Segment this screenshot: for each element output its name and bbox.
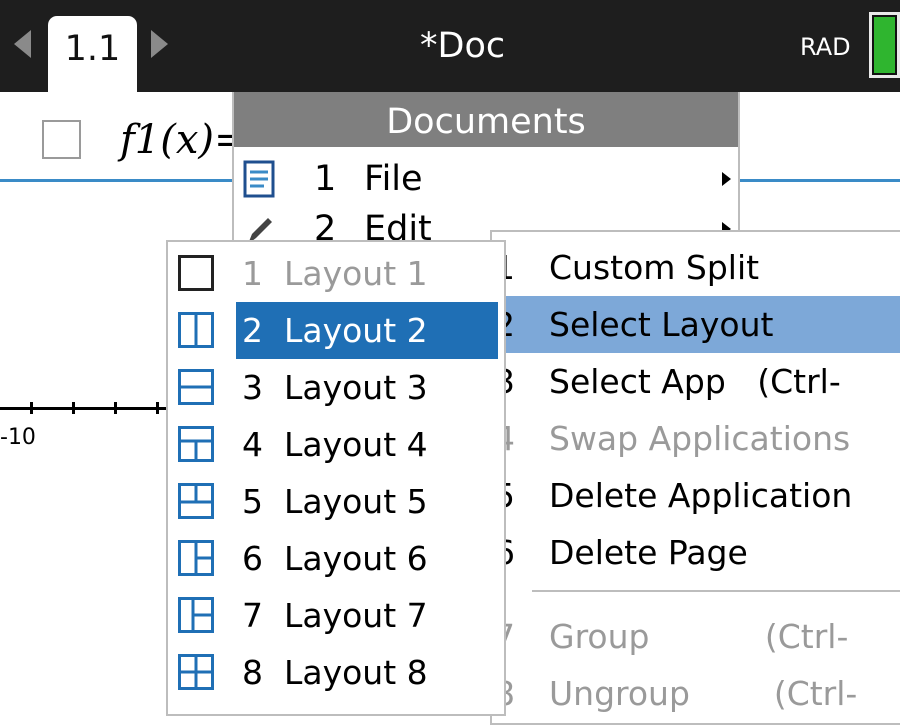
more-options-icon[interactable]: ⋮ — [886, 118, 900, 166]
page-layout-menu: 1 Custom Split 2 Select Layout 3 Select … — [490, 230, 900, 725]
menu-item-select-layout[interactable]: 2 Select Layout — [492, 296, 900, 353]
submenu-arrow-icon — [722, 172, 731, 186]
menu-item-label: Select App (Ctrl- — [549, 362, 841, 401]
menu-item-file[interactable]: 1 File — [234, 154, 738, 204]
menu-item-swap-applications[interactable]: 4 Swap Applications — [492, 410, 900, 467]
menu-item-label: Delete Page — [549, 533, 748, 572]
menu-item-group[interactable]: 7 Group (Ctrl- — [492, 608, 900, 665]
documents-menu-title: Documents — [234, 92, 738, 147]
page-tab[interactable]: 1.1 — [48, 16, 137, 92]
document-title: *Doc — [420, 26, 506, 66]
top-bar: 1.1 *Doc RAD — [0, 0, 900, 92]
menu-item-layout-6[interactable]: 6 Layout 6 — [168, 530, 504, 587]
menu-item-label: Swap Applications — [549, 419, 851, 458]
menu-item-layout-8[interactable]: 8 Layout 8 — [168, 644, 504, 701]
menu-item-label: 6 Layout 6 — [242, 539, 428, 578]
layout-1-icon — [178, 255, 214, 291]
menu-item-label: 2 Layout 2 — [236, 302, 498, 359]
menu-item-select-app[interactable]: 3 Select App (Ctrl- — [492, 353, 900, 410]
menu-item-label: Select Layout — [549, 305, 774, 344]
document-icon — [243, 160, 275, 198]
menu-item-label: Group (Ctrl- — [549, 617, 849, 656]
layout-8-icon — [178, 654, 214, 690]
menu-item-label: 3 Layout 3 — [242, 368, 428, 407]
menu-item-label: 4 Layout 4 — [242, 425, 428, 464]
menu-divider — [532, 590, 900, 592]
menu-item-label: Custom Split — [549, 248, 760, 287]
battery-icon — [869, 12, 900, 78]
menu-item-layout-1[interactable]: 1 Layout 1 — [168, 245, 504, 302]
x-axis-tick — [156, 402, 159, 414]
x-axis-tick — [114, 402, 117, 414]
layout-6-icon — [178, 540, 214, 576]
menu-item-label: 7 Layout 7 — [242, 596, 428, 635]
layout-3-icon — [178, 369, 214, 405]
angle-mode-indicator: RAD — [800, 33, 851, 61]
function-checkbox[interactable] — [42, 120, 81, 159]
x-axis-tick — [30, 402, 33, 414]
menu-item-delete-page[interactable]: 6 Delete Page — [492, 524, 900, 581]
menu-item-layout-7[interactable]: 7 Layout 7 — [168, 587, 504, 644]
menu-item-layout-3[interactable]: 3 Layout 3 — [168, 359, 504, 416]
menu-item-label: File — [364, 159, 423, 199]
menu-item-label: Ungroup (Ctrl- — [549, 674, 858, 713]
x-axis-tick — [72, 402, 75, 414]
menu-item-label: 8 Layout 8 — [242, 653, 428, 692]
function-entry-label[interactable]: f1(x)= — [120, 116, 248, 164]
menu-item-ungroup[interactable]: 8 Ungroup (Ctrl- — [492, 665, 900, 722]
layout-7-icon — [178, 597, 214, 633]
menu-item-number: 1 — [314, 159, 337, 199]
layout-4-icon — [178, 426, 214, 462]
previous-page-arrow-icon[interactable] — [14, 30, 31, 58]
x-axis — [0, 407, 170, 410]
menu-item-layout-4[interactable]: 4 Layout 4 — [168, 416, 504, 473]
menu-item-layout-5[interactable]: 5 Layout 5 — [168, 473, 504, 530]
layout-submenu: 1 Layout 1 2 Layout 2 3 Layout 3 4 Layou… — [166, 240, 506, 716]
menu-item-delete-application[interactable]: 5 Delete Application — [492, 467, 900, 524]
next-page-arrow-icon[interactable] — [151, 30, 168, 58]
menu-item-label: Delete Application — [549, 476, 853, 515]
menu-item-label: 5 Layout 5 — [242, 482, 428, 521]
menu-item-layout-2[interactable]: 2 Layout 2 — [168, 302, 504, 359]
menu-item-label: 1 Layout 1 — [242, 254, 428, 293]
x-axis-tick-label: -10 — [0, 425, 36, 450]
layout-5-icon — [178, 483, 214, 519]
layout-2-icon — [178, 312, 214, 348]
menu-item-custom-split[interactable]: 1 Custom Split — [492, 239, 900, 296]
